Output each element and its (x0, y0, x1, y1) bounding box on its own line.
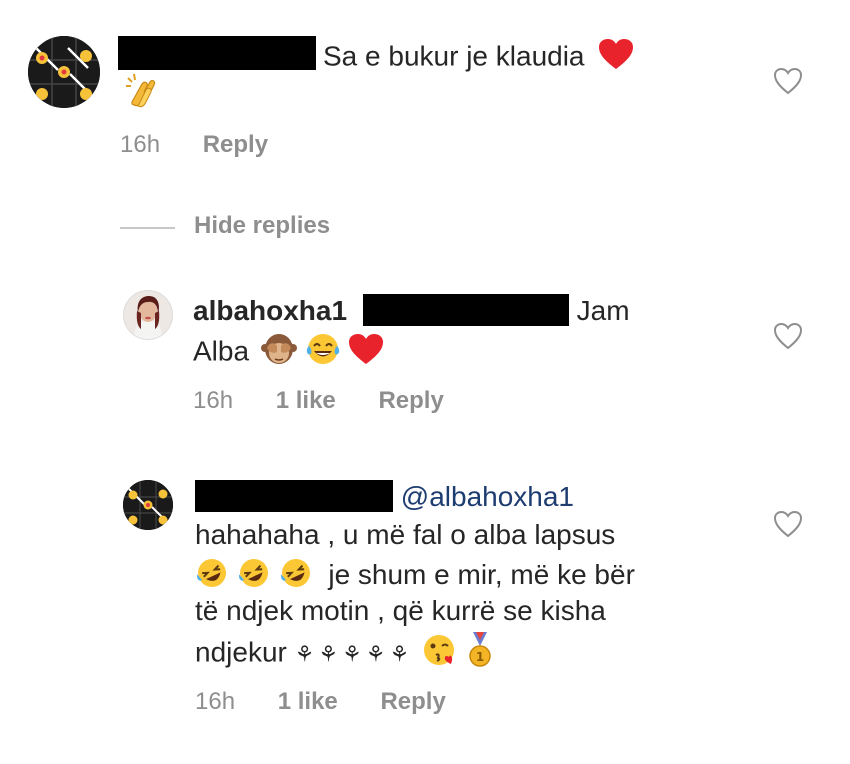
likes-count[interactable]: 1 like (276, 387, 336, 414)
red-heart-icon (598, 38, 634, 78)
like-heart-icon[interactable] (773, 510, 803, 538)
rolling-laughing-icon (237, 556, 271, 598)
reply-2: @albahoxha1 hahahaha , u më fal o alba l… (0, 470, 850, 730)
username-link[interactable]: albahoxha1 (193, 295, 347, 326)
avatar[interactable] (28, 36, 100, 108)
redacted-mention (362, 294, 569, 326)
reply-1: albahoxha1 Jam Alba 16h 1 like Reply (0, 280, 850, 430)
comment-1: Sa e bukur je klaudia 16h Reply (0, 0, 850, 180)
reply-2-line5: ndjekur ⚘⚘⚘⚘⚘ 1 (195, 632, 495, 676)
timestamp: 16h (193, 387, 234, 414)
hide-replies-line (120, 227, 175, 229)
sprout-symbols: ⚘⚘⚘⚘⚘ (294, 641, 414, 667)
reply-text: Jam (576, 295, 630, 326)
reply-2-line4: të ndjek motin , që kurrë se kisha (195, 595, 606, 626)
red-heart-icon (348, 333, 384, 373)
reply-2-line2: hahahaha , u më fal o alba lapsus (195, 519, 616, 550)
reply-button[interactable]: Reply (378, 387, 443, 414)
comment-text-line1: Sa e bukur je klaudia (323, 38, 634, 78)
reply-button[interactable]: Reply (203, 131, 268, 158)
likes-count[interactable]: 1 like (278, 688, 338, 715)
tears-of-joy-icon (305, 332, 341, 374)
medal-icon: 1 (465, 632, 495, 676)
clapping-hands-icon (124, 72, 164, 117)
kiss-face-icon (421, 633, 457, 675)
reply-1-line2: Alba (193, 332, 384, 374)
timestamp: 16h (120, 131, 161, 158)
rolling-laughing-icon (195, 556, 229, 598)
reply-text: je shum e mir, më ke bër (328, 559, 635, 591)
reply-2-line1: @albahoxha1 (195, 480, 574, 514)
avatar[interactable] (123, 480, 173, 530)
svg-text:1: 1 (476, 650, 484, 664)
rolling-laughing-icon (279, 556, 313, 598)
reply-1-meta: 16h 1 like Reply (193, 387, 480, 415)
reply-1-line1: albahoxha1 Jam (193, 294, 630, 328)
redacted-username (118, 36, 316, 70)
like-heart-icon[interactable] (773, 322, 803, 350)
see-no-evil-monkey-icon (260, 332, 297, 374)
reply-text-continued: Alba (193, 335, 250, 367)
like-heart-icon[interactable] (773, 67, 803, 95)
redacted-username (195, 480, 393, 512)
reply-2-line3: je shum e mir, më ke bër (195, 556, 635, 598)
reply-text-end: ndjekur (195, 636, 287, 668)
avatar[interactable] (123, 290, 173, 340)
reply-button[interactable]: Reply (380, 688, 445, 715)
hide-replies-button[interactable]: Hide replies (194, 212, 330, 240)
comment-text: Sa e bukur je klaudia (323, 40, 585, 72)
comment-1-meta: 16h Reply (120, 131, 304, 159)
reply-2-meta: 16h 1 like Reply (195, 688, 482, 716)
timestamp: 16h (195, 688, 236, 715)
mention-link[interactable]: @albahoxha1 (401, 481, 574, 512)
